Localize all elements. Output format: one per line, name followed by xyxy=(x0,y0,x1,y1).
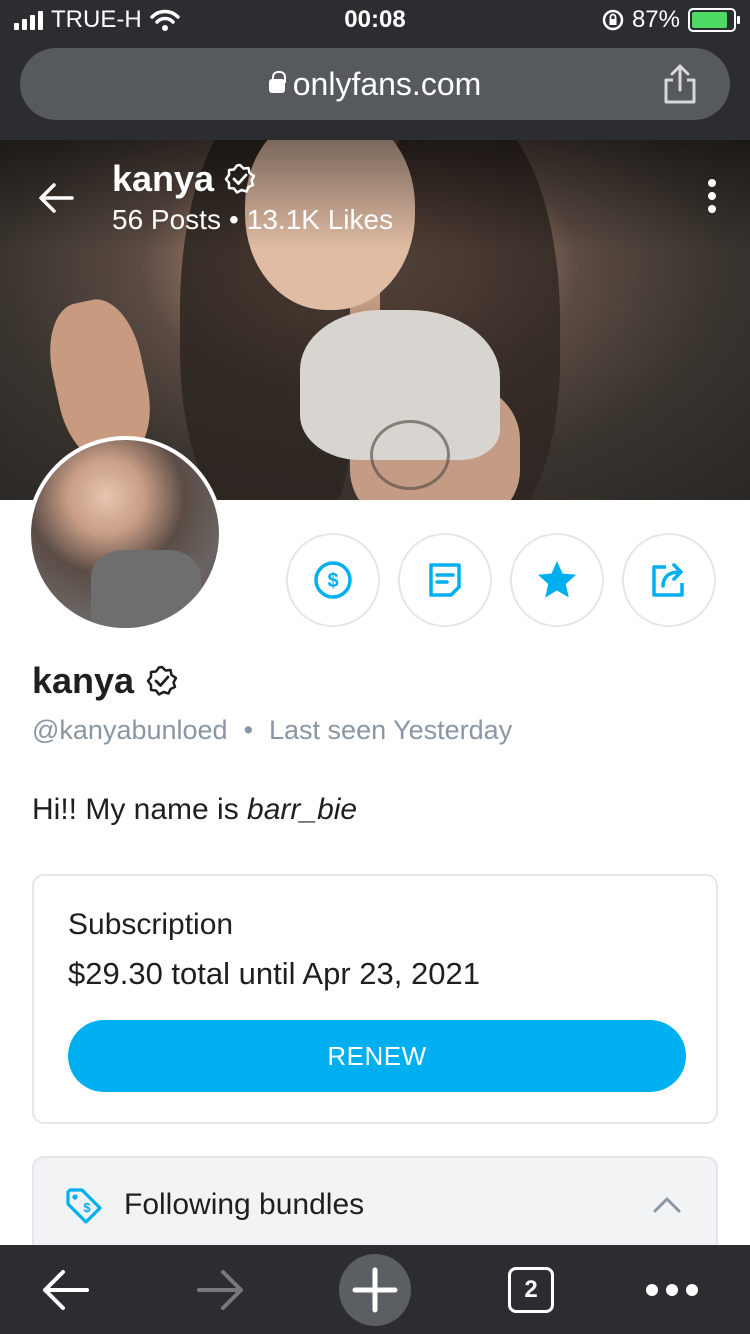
more-vertical-icon[interactable] xyxy=(704,178,720,214)
tabs-button[interactable]: 2 xyxy=(505,1245,557,1334)
favorite-button[interactable] xyxy=(510,533,604,627)
cover-stats: 56 Posts • 13.1K Likes xyxy=(112,204,393,236)
profile-name-text: kanya xyxy=(32,660,135,701)
browser-back-button[interactable] xyxy=(30,1245,100,1334)
last-seen: Last seen Yesterday xyxy=(269,715,513,745)
cover-title: kanya xyxy=(112,158,256,200)
price-tag-icon: $ xyxy=(66,1188,102,1224)
profile-handle-row: @kanyabunloed • Last seen Yesterday xyxy=(32,715,512,746)
subscription-title: Subscription xyxy=(68,908,234,941)
tab-count: 2 xyxy=(524,1275,538,1303)
bio-emphasis: barr_bie xyxy=(247,793,358,826)
verified-icon xyxy=(146,665,178,696)
renew-button[interactable]: RENEW xyxy=(68,1020,686,1092)
browser-back-icon xyxy=(43,1269,89,1310)
svg-text:$: $ xyxy=(327,570,338,592)
browser-forward-icon xyxy=(197,1269,243,1310)
handle-separator: • xyxy=(243,715,254,745)
stats-separator: • xyxy=(228,204,239,235)
avatar[interactable] xyxy=(27,436,223,632)
subscription-price: $29.30 total until Apr 23, 2021 xyxy=(68,956,480,991)
share-icon[interactable] xyxy=(660,62,700,106)
new-tab-button[interactable] xyxy=(338,1245,412,1334)
profile-actions: $ xyxy=(286,533,716,627)
bio-text: Hi!! My name is xyxy=(32,793,248,826)
verified-icon xyxy=(224,163,256,194)
chevron-up-icon[interactable] xyxy=(652,1194,682,1214)
back-arrow-icon[interactable] xyxy=(34,176,78,220)
message-button[interactable] xyxy=(398,533,492,627)
tabs-icon: 2 xyxy=(508,1266,554,1313)
tip-button[interactable]: $ xyxy=(286,533,380,627)
browser-chrome: TRUE-H 00:08 87% onlyfans.com xyxy=(0,0,750,140)
browser-menu-button[interactable] xyxy=(640,1245,704,1334)
likes-count: 13.1K Likes xyxy=(246,204,394,235)
subscription-card: Subscription $29.30 total until Apr 23, … xyxy=(32,874,718,1124)
bundles-label: Following bundles xyxy=(124,1188,365,1221)
share-icon xyxy=(652,563,684,597)
rotation-lock-icon xyxy=(602,9,624,31)
svg-text:$: $ xyxy=(83,1200,91,1215)
bio: Hi!! My name is barr_bie xyxy=(32,793,357,827)
posts-count: 56 Posts xyxy=(112,204,221,235)
username: @kanyabunloed xyxy=(32,715,228,745)
message-icon xyxy=(429,563,461,597)
new-tab-plus-icon xyxy=(352,1267,398,1312)
share-profile-button[interactable] xyxy=(622,533,716,627)
cover-name-text: kanya xyxy=(112,158,215,199)
more-horizontal-icon xyxy=(646,1283,698,1296)
battery-percent: 87% xyxy=(631,6,680,33)
address-bar[interactable]: onlyfans.com xyxy=(20,48,730,120)
tip-dollar-icon: $ xyxy=(314,561,352,599)
profile-name: kanya xyxy=(32,660,178,702)
browser-forward-button[interactable] xyxy=(186,1245,256,1334)
star-icon xyxy=(538,561,576,598)
browser-toolbar: 2 xyxy=(0,1245,750,1334)
battery-icon xyxy=(688,8,740,32)
status-bar: TRUE-H 00:08 87% xyxy=(0,0,750,42)
lock-icon xyxy=(268,71,286,93)
url-text: onlyfans.com xyxy=(292,66,482,102)
